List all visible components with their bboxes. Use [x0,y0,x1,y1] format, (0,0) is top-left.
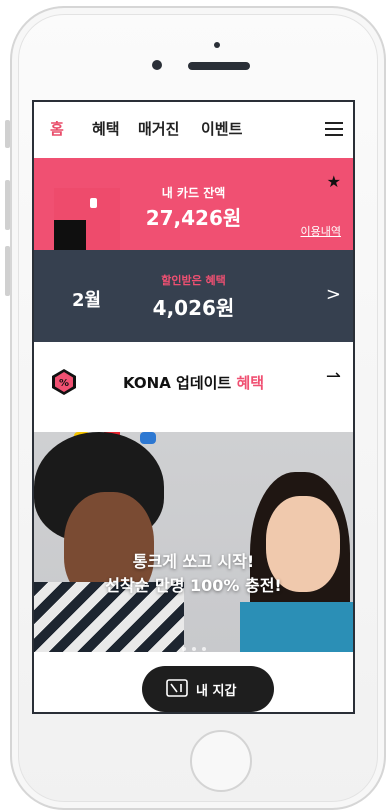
discount-label: 할인받은 혜택 [161,274,226,287]
hat-decoration [140,432,156,444]
wallet-label: 내 지갑 [196,684,237,699]
card-balance-panel[interactable]: 내 카드 잔액 27,426원 ★ 이용내역 [34,158,353,252]
tab-benefits[interactable]: 혜택 [92,118,120,139]
front-sensor [214,42,220,48]
history-link[interactable]: 이용내역 [301,223,341,239]
app-screen: 홈 혜택 매거진 이벤트 내 카드 잔액 27,426원 ★ 이용내역 2월 할… [32,100,355,714]
star-icon[interactable]: ★ [327,172,341,191]
promo-banner[interactable]: 통크게 쏘고 시작! 선착순 만명 100% 충전! [34,432,353,652]
discount-value: 4,026원 [152,296,235,320]
top-nav: 홈 혜택 매거진 이벤트 [34,102,353,154]
front-camera [152,60,162,70]
home-button[interactable] [190,730,252,792]
arrow-right-icon[interactable]: ⇀ [326,366,341,387]
banner-line-2: 선착순 만명 100% 충전! [105,576,282,595]
tab-home[interactable]: 홈 [50,118,64,139]
menu-icon[interactable] [325,122,343,136]
banner-line-1: 통크게 쏘고 시작! [132,552,255,571]
earpiece [188,62,250,70]
update-title-highlight: 혜택 [236,374,265,392]
mute-switch [5,120,10,148]
volume-down-button [5,246,10,296]
my-wallet-button[interactable]: 내 지갑 [142,666,274,712]
update-title-main: KONA 업데이트 [122,374,237,392]
balance-label: 내 카드 잔액 [161,186,226,200]
banner-headline: 통크게 쏘고 시작! 선착순 만명 100% 충전! [34,550,353,598]
kona-update-row[interactable]: % KONA 업데이트 혜택 ⇀ [34,352,353,412]
update-title: KONA 업데이트 혜택 [34,372,353,393]
tab-events[interactable]: 이벤트 [201,118,242,139]
tab-magazine[interactable]: 매거진 [138,118,179,139]
carousel-dots[interactable] [34,636,353,652]
monthly-benefit-panel[interactable]: 2월 할인받은 혜택 4,026원 > [34,250,353,342]
chevron-right-icon[interactable]: > [326,284,341,305]
volume-up-button [5,180,10,230]
wallet-icon [166,679,188,697]
